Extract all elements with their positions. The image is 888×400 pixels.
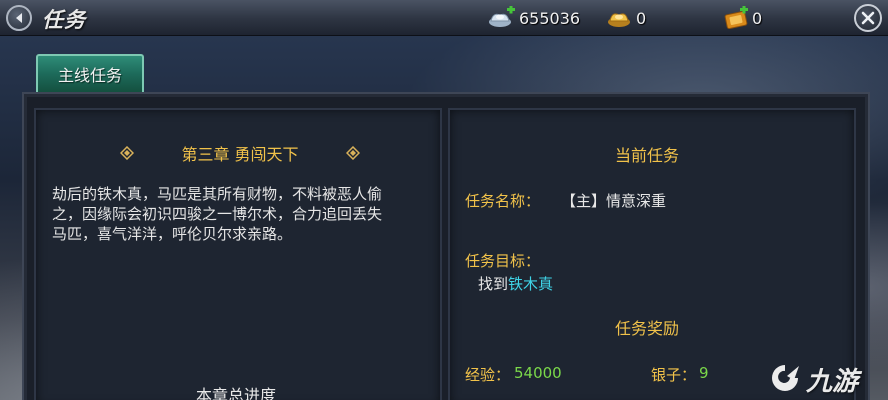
chapter-progress-label: 本章总进度 — [196, 386, 277, 400]
quest-name-value: 【主】情意深重 — [561, 192, 667, 210]
quest-goal: 找到铁木真 — [478, 273, 553, 294]
ticket-icon — [724, 6, 748, 30]
page-title: 任务 — [42, 8, 86, 32]
story-line: 马匹，喜气洋洋，呼伦贝尔求亲路。 — [52, 225, 293, 243]
story-line: 之，因缘际会初识四骏之一博尔术，合力追回丢失 — [52, 205, 383, 223]
reward-exp-value: 54000 — [514, 364, 562, 382]
gold-ingot-icon — [608, 13, 630, 27]
watermark-logo: 九游 — [768, 358, 888, 400]
currency-gold: 0 — [606, 6, 646, 30]
ticket-amount: 0 — [752, 8, 763, 28]
top-bar: 任务 655036 0 0 — [0, 0, 888, 36]
reward-silver-value: 9 — [699, 364, 709, 382]
currency-ticket: 0 — [724, 6, 762, 30]
silver-ingot-icon — [489, 6, 515, 27]
quest-goal-target-link[interactable]: 铁木真 — [508, 275, 553, 293]
diamond-ornament-icon — [120, 146, 134, 160]
chapter-story: 劫后的铁木真，马匹是其所有财物，不料被恶人偷 之，因缘际会初识四骏之一博尔术，合… — [52, 184, 438, 244]
tab-main-quest[interactable]: 主线任务 — [36, 54, 144, 92]
quest-reward-heading: 任务奖励 — [615, 319, 680, 338]
close-icon — [861, 11, 875, 25]
back-button[interactable] — [6, 5, 32, 31]
quest-goal-label: 任务目标： — [465, 252, 541, 270]
reward-silver-label: 银子： — [651, 366, 697, 384]
reward-exp-label: 经验： — [465, 366, 511, 384]
currency-silver: 655036 — [487, 6, 580, 30]
close-button[interactable] — [854, 4, 882, 32]
nine-game-logo-icon — [772, 365, 799, 391]
diamond-ornament-icon — [346, 146, 360, 160]
story-line: 劫后的铁木真，马匹是其所有财物，不料被恶人偷 — [52, 185, 383, 203]
back-arrow-icon — [16, 13, 22, 23]
chapter-header: 第三章 勇闯天下 — [120, 142, 360, 164]
watermark-text: 九游 — [806, 366, 859, 397]
gold-amount: 0 — [636, 8, 647, 28]
quest-goal-prefix: 找到 — [478, 275, 509, 293]
current-quest-heading: 当前任务 — [615, 146, 680, 165]
quest-name-label: 任务名称： — [465, 192, 541, 210]
silver-amount: 655036 — [519, 8, 581, 28]
chapter-title: 第三章 勇闯天下 — [181, 145, 299, 164]
